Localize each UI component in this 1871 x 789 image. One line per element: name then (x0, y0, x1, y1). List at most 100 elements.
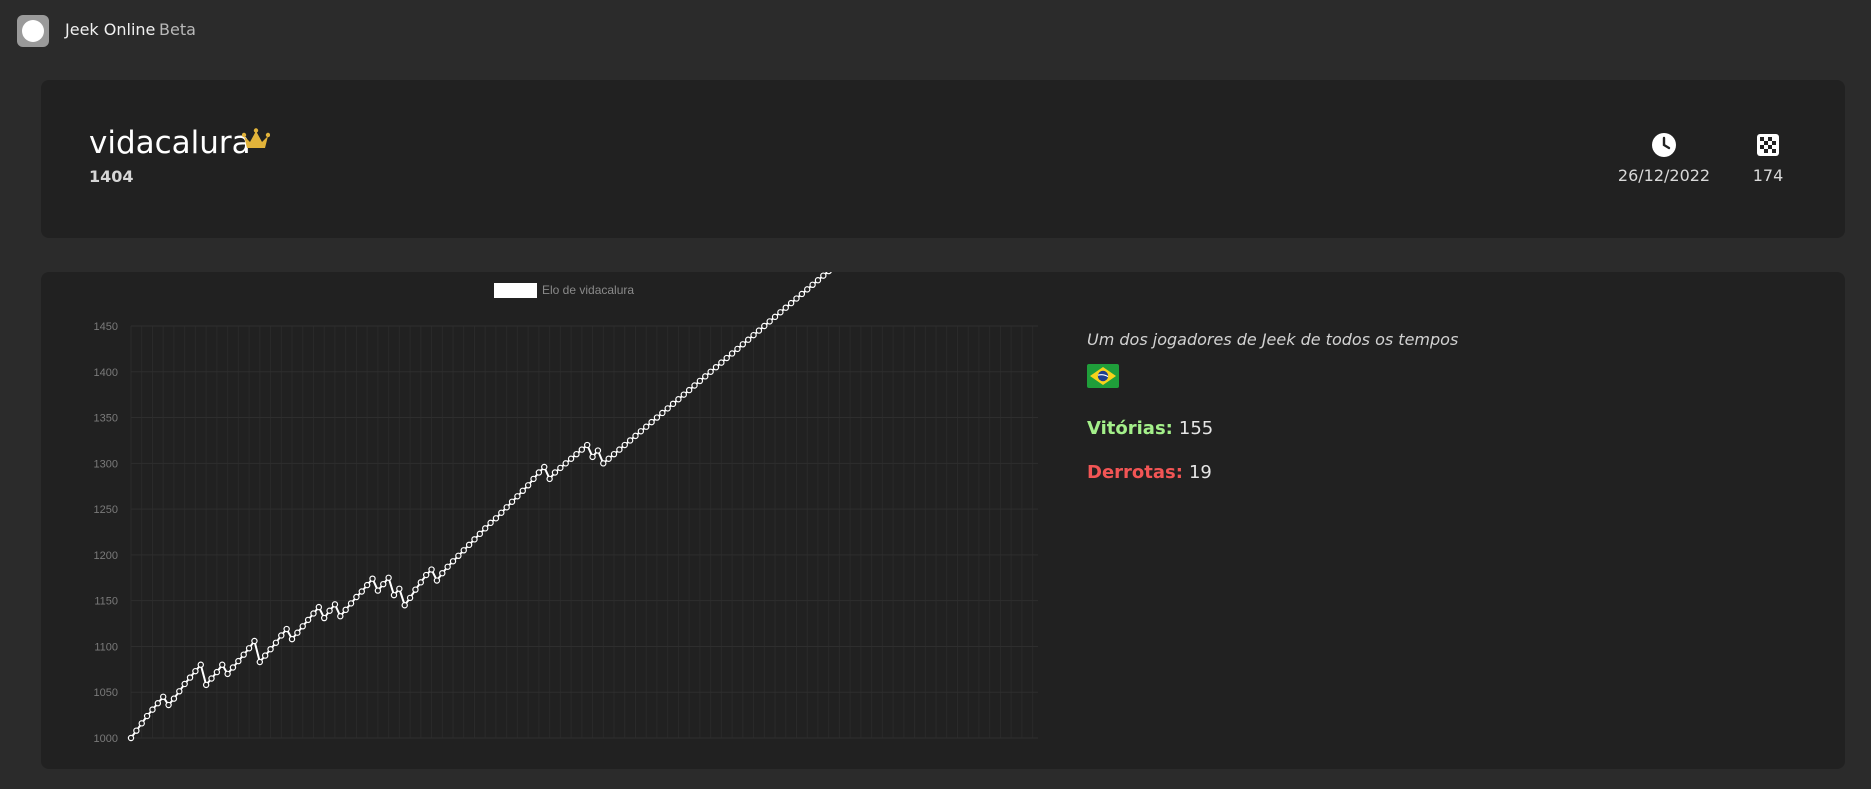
y-tick-label: 1350 (94, 413, 118, 425)
data-point (460, 547, 467, 554)
data-point (363, 581, 371, 589)
data-point (245, 645, 253, 652)
data-point (707, 368, 714, 375)
stats-card: 1450 1400 1350 1300 1250 1200 1150 1100 1050 1000… (41, 272, 1845, 769)
data-point (337, 613, 344, 620)
data-point (777, 309, 784, 316)
data-point (578, 446, 586, 453)
app-title[interactable]: Jeek Online (65, 20, 155, 39)
data-point (482, 525, 489, 532)
data-point (396, 585, 403, 592)
y-tick-label: 1300 (94, 458, 118, 470)
data-point (219, 661, 226, 668)
crown-icon (242, 128, 270, 148)
data-point (160, 693, 167, 700)
data-point (208, 675, 215, 682)
data-point (138, 720, 145, 727)
joined-date: 26/12/2022 (1617, 166, 1711, 185)
data-point (369, 575, 376, 582)
y-tick-label: 1250 (94, 504, 118, 516)
data-point (326, 607, 333, 614)
data-point (643, 423, 650, 430)
data-point (401, 602, 408, 609)
data-point (224, 670, 231, 678)
data-point (744, 336, 752, 343)
data-point (170, 695, 178, 702)
data-point (197, 661, 204, 668)
data-point (535, 469, 543, 476)
data-point (718, 359, 725, 366)
data-point (261, 652, 269, 659)
data-point (814, 277, 822, 284)
elo-chart[interactable]: 1450 1400 1350 1300 1250 1200 1150 1100 1050 1000… (41, 272, 1061, 769)
data-point (546, 475, 553, 483)
data-point (551, 469, 559, 476)
games-played-block: 174 (1713, 132, 1823, 185)
data-point (471, 536, 478, 543)
data-point (439, 570, 446, 577)
data-point (310, 610, 317, 617)
data-point (825, 272, 832, 275)
checkerboard-icon (1757, 134, 1779, 156)
data-point (594, 447, 602, 454)
data-point (347, 600, 355, 607)
wins-label: Vitórias: (1087, 418, 1173, 439)
data-point (567, 455, 575, 462)
data-point (519, 487, 526, 494)
data-point (315, 603, 323, 611)
data-point (653, 414, 661, 421)
data-point (675, 396, 682, 403)
wins-stat: Vitórias: 155 (1087, 418, 1213, 439)
games-played: 174 (1752, 166, 1784, 185)
data-point (213, 668, 221, 676)
data-point (669, 400, 677, 408)
data-point (712, 363, 720, 371)
data-point (508, 498, 516, 505)
app-logo-icon[interactable] (17, 15, 49, 47)
data-point (342, 606, 349, 614)
data-point (251, 637, 258, 645)
data-point (680, 391, 687, 398)
data-point (165, 701, 172, 709)
data-point (240, 651, 247, 658)
data-point (412, 586, 419, 593)
player-tagline: Um dos jogadores de Jeek de todos os tem… (1087, 330, 1459, 349)
data-point (422, 571, 430, 579)
data-point (149, 706, 156, 713)
data-point (734, 345, 741, 353)
data-point (133, 727, 140, 734)
data-point (589, 453, 596, 461)
data-point (798, 290, 806, 298)
data-point (272, 639, 280, 646)
data-point (455, 552, 462, 560)
data-point (626, 437, 634, 444)
data-point (487, 519, 494, 527)
y-tick-label: 1000 (94, 733, 118, 745)
data-point (771, 313, 779, 321)
data-point (192, 667, 199, 675)
data-point (702, 373, 709, 380)
data-point (809, 281, 816, 289)
data-point (406, 594, 414, 602)
data-point (127, 734, 135, 742)
data-point (637, 428, 645, 435)
y-tick-label: 1150 (94, 596, 118, 608)
data-point (755, 327, 763, 334)
data-point (304, 616, 312, 624)
data-point (181, 680, 188, 688)
data-point (739, 341, 747, 348)
data-point (321, 614, 328, 622)
data-point (278, 632, 285, 639)
data-point (503, 504, 510, 511)
data-point (283, 625, 290, 633)
data-point (449, 558, 457, 565)
data-point (267, 645, 274, 653)
legend-swatch (494, 283, 537, 298)
data-point (143, 712, 151, 720)
data-point (820, 272, 827, 279)
data-point (186, 674, 194, 681)
joined-date-block: 26/12/2022 (1609, 132, 1719, 185)
data-point (664, 405, 671, 412)
data-point (562, 460, 569, 467)
data-point (632, 432, 639, 440)
